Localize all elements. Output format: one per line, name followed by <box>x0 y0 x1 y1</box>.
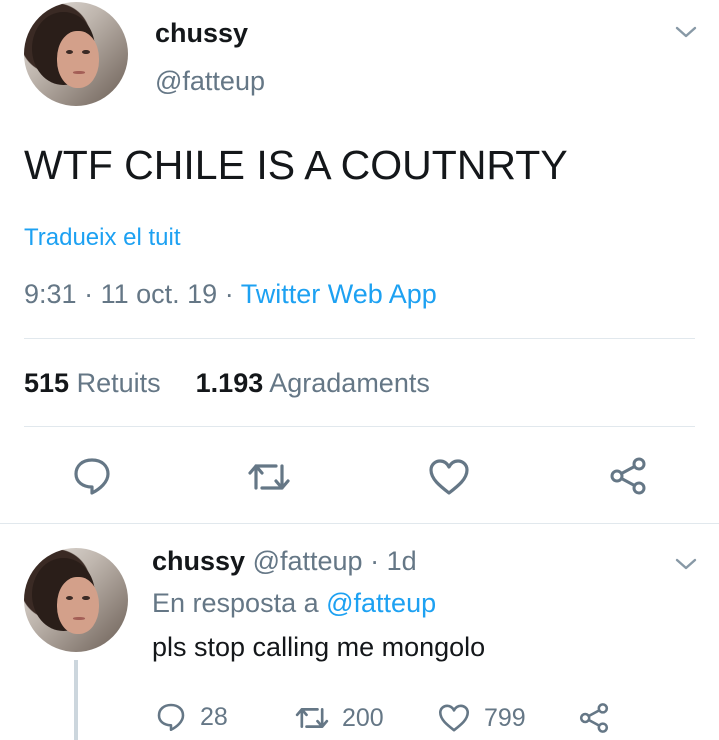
reply-count: 28 <box>200 702 228 731</box>
translate-link[interactable]: Tradueix el tuit <box>24 224 181 252</box>
share-icon[interactable] <box>578 702 610 734</box>
reply-header: chussy @fatteup · 1d <box>152 546 417 577</box>
display-name[interactable]: chussy <box>152 546 245 576</box>
like-count: 799 <box>484 703 526 732</box>
engagement-stats: 515 Retuits 1.193 Agradaments <box>24 368 430 399</box>
retweet-action[interactable]: 200 <box>294 703 384 733</box>
like-icon[interactable] <box>428 458 470 496</box>
reply-icon[interactable] <box>72 456 112 496</box>
user-handle[interactable]: @fatteup <box>253 546 363 576</box>
avatar[interactable] <box>24 548 128 652</box>
separator: · <box>84 279 94 309</box>
retweet-icon[interactable] <box>246 458 292 496</box>
separator: · <box>224 279 234 309</box>
divider <box>24 426 695 427</box>
display-name[interactable]: chussy <box>155 18 248 49</box>
reply-icon <box>156 702 186 732</box>
reply-to-handle[interactable]: @fatteup <box>326 588 436 618</box>
reply-text: pls stop calling me mongolo <box>152 632 486 662</box>
like-action[interactable]: 799 <box>438 703 526 733</box>
reply-context: En resposta a @fatteup <box>152 588 436 619</box>
tweet-age[interactable]: · 1d <box>370 546 417 576</box>
thread-line <box>74 660 78 740</box>
divider <box>24 338 695 339</box>
retweets-stat[interactable]: 515 Retuits <box>24 368 168 398</box>
timestamp-row: 9:31 · 11 oct. 19 · Twitter Web App <box>24 279 437 310</box>
tweet-source[interactable]: Twitter Web App <box>241 279 437 309</box>
share-icon[interactable] <box>608 456 648 496</box>
likes-count: 1.193 <box>195 368 264 398</box>
tweet-time[interactable]: 9:31 <box>24 279 77 309</box>
reply-prefix: En resposta a <box>152 588 319 618</box>
retweet-count: 200 <box>342 703 384 732</box>
retweets-label: Retuits <box>76 368 161 398</box>
reply-action[interactable]: 28 <box>156 702 228 732</box>
retweet-icon <box>294 703 330 733</box>
tweet-text: WTF CHILE IS A COUTNRTY <box>24 142 568 188</box>
user-handle[interactable]: @fatteup <box>155 66 265 97</box>
avatar[interactable] <box>24 2 128 106</box>
likes-label: Agradaments <box>269 368 430 398</box>
like-icon <box>438 703 470 733</box>
tweet-date[interactable]: 11 oct. 19 <box>101 279 218 309</box>
chevron-down-icon[interactable] <box>674 556 698 572</box>
chevron-down-icon[interactable] <box>674 24 698 40</box>
divider <box>0 523 719 524</box>
retweets-count: 515 <box>24 368 70 398</box>
likes-stat[interactable]: 1.193 Agradaments <box>196 368 430 398</box>
